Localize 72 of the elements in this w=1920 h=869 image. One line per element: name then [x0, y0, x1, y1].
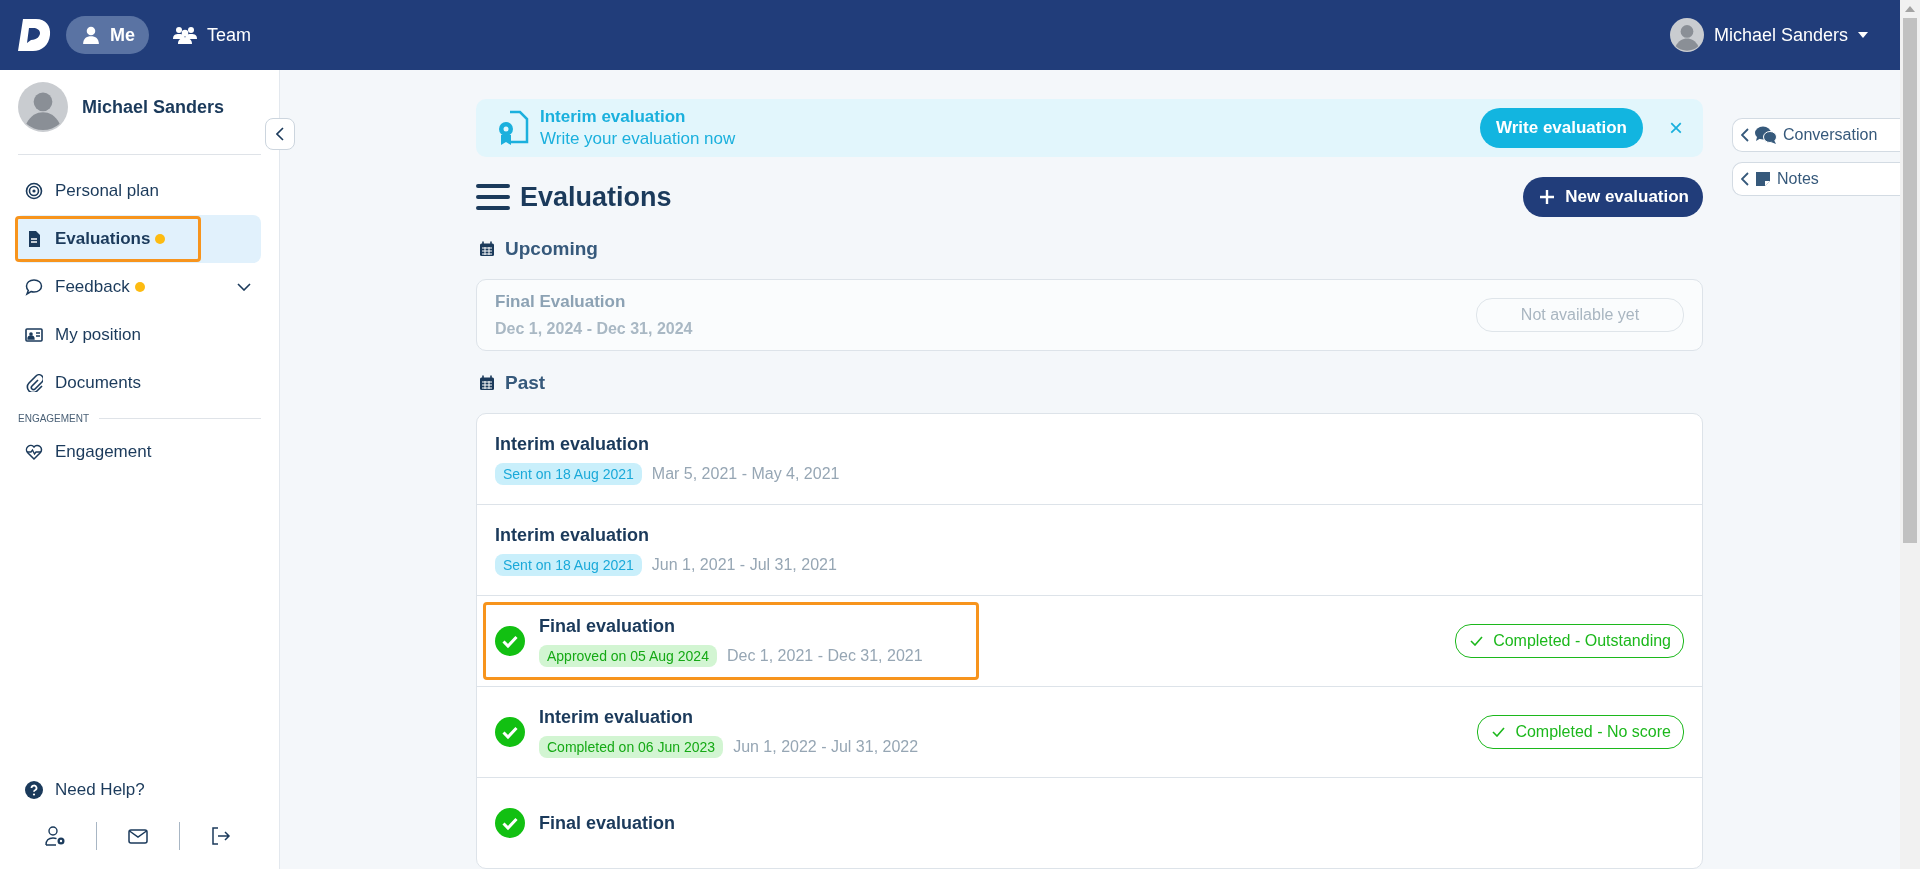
- banner-text: Write your evaluation now: [540, 129, 736, 150]
- date-range: Dec 1, 2024 - Dec 31, 2024: [495, 320, 693, 339]
- evaluation-row[interactable]: Interim evaluation Sent on 18 Aug 2021 Mar 5, 2021 - May 4, 2021: [477, 414, 1702, 504]
- date-range: Jun 1, 2021 - Jul 31, 2021: [651, 555, 837, 574]
- chevron-left-icon: [276, 127, 284, 141]
- people-icon: [173, 26, 197, 44]
- sticky-note-icon: [1755, 171, 1771, 187]
- user-menu[interactable]: Michael Sanders: [1669, 18, 1868, 52]
- evaluation-row[interactable]: Interim evaluation Completed on 06 Jun 2023 Jun 1, 2022 - Jul 31, 2022 Completed - No score: [477, 686, 1702, 777]
- evaluation-title: Final Evaluation: [495, 292, 627, 313]
- plus-icon: [1539, 189, 1556, 206]
- user-settings-icon[interactable]: [44, 826, 67, 846]
- result-pill: Completed - No score: [1477, 715, 1684, 749]
- evaluation-title: Interim evaluation: [495, 433, 651, 455]
- side-panel-tab[interactable]: Notes: [1732, 162, 1900, 196]
- status-badge: Sent on 18 Aug 2021: [495, 462, 642, 485]
- date-range: Jun 1, 2022 - Jul 31, 2022: [733, 737, 919, 756]
- result-pill: Completed - Outstanding: [1455, 624, 1684, 658]
- evaluation-row[interactable]: Interim evaluation Sent on 18 Aug 2021 Jun 1, 2021 - Jul 31, 2021: [477, 504, 1702, 595]
- page-title: Evaluations: [520, 181, 672, 213]
- evaluation-row[interactable]: Final evaluation: [477, 777, 1702, 868]
- certificate-document-icon: [496, 109, 530, 148]
- section-heading: Past: [505, 372, 546, 395]
- chevron-left-icon: [1741, 172, 1749, 186]
- nav-item[interactable]: Engagement: [15, 428, 261, 476]
- help-link[interactable]: Need Help?: [15, 775, 261, 805]
- check-icon: [1492, 727, 1506, 737]
- nav-item[interactable]: Personal plan: [15, 167, 261, 215]
- banner-title: Interim evaluation: [540, 107, 687, 128]
- nav-item[interactable]: Evaluations: [15, 215, 261, 263]
- side-panel-tab[interactable]: Conversation: [1732, 118, 1900, 152]
- avatar: [18, 82, 68, 132]
- chevron-down-icon[interactable]: [237, 283, 251, 291]
- logout-icon[interactable]: [209, 826, 232, 846]
- nav-item[interactable]: My position: [15, 311, 261, 359]
- question-icon: [25, 781, 43, 799]
- evaluation-title: Interim evaluation: [539, 706, 695, 728]
- collapse-button[interactable]: [265, 118, 295, 150]
- section-label: ENGAGEMENT: [18, 413, 261, 424]
- paperclip-icon: [25, 374, 43, 392]
- nav-tab[interactable]: Me: [66, 16, 149, 54]
- status-badge: Completed on 06 Jun 2023: [539, 735, 724, 758]
- avatar: [1669, 18, 1704, 52]
- check-icon: [1470, 636, 1484, 646]
- nav-tab[interactable]: Team: [157, 16, 266, 54]
- status-badge: Approved on 05 Aug 2024: [539, 644, 717, 667]
- target-icon: [25, 182, 43, 200]
- logo[interactable]: [18, 17, 52, 53]
- speech-bubble-icon: [25, 278, 43, 296]
- menu-icon: [476, 183, 510, 212]
- chevron-left-icon: [1741, 128, 1749, 142]
- scrollbar-thumb[interactable]: [1903, 18, 1917, 543]
- section-heading: Upcoming: [505, 238, 598, 261]
- heart-pulse-icon: [25, 443, 43, 461]
- nav-item[interactable]: Documents: [15, 359, 261, 407]
- calendar-icon: [479, 241, 495, 258]
- id-card-icon: [25, 326, 43, 344]
- evaluation-title: Final evaluation: [539, 812, 676, 834]
- status-badge: Sent on 18 Aug 2021: [495, 553, 642, 576]
- calendar-icon: [479, 375, 495, 392]
- person-icon: [82, 26, 100, 44]
- chat-bubbles-icon: [1755, 126, 1777, 144]
- evaluation-title: Final evaluation: [539, 615, 677, 637]
- mail-icon[interactable]: [127, 826, 149, 846]
- evaluation-row[interactable]: Final evaluation Approved on 05 Aug 2024 Dec 1, 2021 - Dec 31, 2021 Completed - Outstanding: [477, 595, 1702, 686]
- date-range: Dec 1, 2021 - Dec 31, 2021: [726, 646, 923, 665]
- new-evaluation-button[interactable]: New evaluation: [1523, 177, 1703, 218]
- user-name: Michael Sanders: [82, 96, 225, 118]
- date-range: Mar 5, 2021 - May 4, 2021: [651, 464, 840, 483]
- caret-icon: [1858, 32, 1868, 38]
- nav-item[interactable]: Feedback: [15, 263, 261, 311]
- evaluation-title: Interim evaluation: [495, 524, 651, 546]
